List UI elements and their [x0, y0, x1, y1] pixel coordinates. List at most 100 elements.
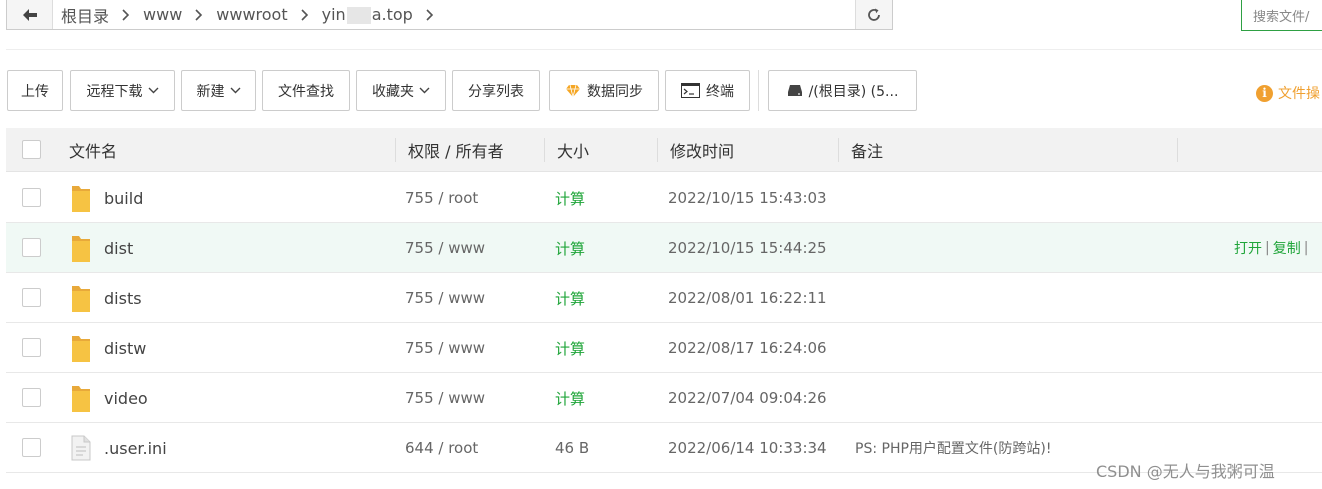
- diamond-icon: [565, 84, 581, 98]
- file-permission[interactable]: 755 / www: [405, 223, 485, 273]
- file-mtime: 2022/10/15 15:43:03: [668, 189, 827, 207]
- remote-download-button[interactable]: 远程下载: [70, 70, 175, 111]
- disk-label: /(根目录) (5...: [808, 83, 899, 100]
- refresh-icon: [868, 8, 880, 21]
- upload-button[interactable]: 上传: [7, 70, 63, 111]
- info-icon: i: [1256, 84, 1273, 102]
- table-header: 文件名 权限 / 所有者 大小 修改时间 备注: [6, 128, 1322, 172]
- breadcrumb: 根目录 www wwwroot yin a.top: [53, 0, 855, 29]
- favorites-label: 收藏夹: [372, 83, 414, 100]
- row-checkbox[interactable]: [22, 338, 41, 357]
- breadcrumb-wwwroot[interactable]: wwwroot: [216, 5, 287, 24]
- col-size[interactable]: 大小: [557, 128, 589, 172]
- file-name[interactable]: .user.ini: [104, 423, 167, 473]
- table-row[interactable]: video 755 / www 计算 2022/07/04 09:04:26: [6, 373, 1322, 423]
- file-mtime: 2022/10/15 15:44:25: [668, 239, 827, 257]
- file-name[interactable]: dist: [104, 223, 133, 273]
- file-search-button[interactable]: 文件查找: [262, 70, 350, 111]
- file-mtime: 2022/06/14 10:33:34: [668, 439, 827, 457]
- breadcrumb-root[interactable]: 根目录: [61, 3, 109, 27]
- breadcrumb-site-suffix: a.top: [371, 5, 413, 24]
- action-separator: |: [1265, 240, 1270, 256]
- folder-icon: [70, 273, 92, 323]
- file-ops-help-label: 文件操: [1278, 86, 1320, 102]
- column-divider: [657, 138, 658, 162]
- remote-download-label: 远程下载: [86, 83, 143, 100]
- chevron-right-icon: [426, 8, 434, 21]
- size-calc-link[interactable]: 计算: [555, 223, 585, 273]
- chevron-down-icon: [148, 87, 159, 94]
- table-row[interactable]: dist 755 / www 计算 2022/10/15 15:44:25 打开…: [6, 223, 1322, 273]
- chevron-right-icon: [122, 8, 130, 21]
- chevron-down-icon: [419, 87, 430, 94]
- row-checkbox[interactable]: [22, 438, 41, 457]
- file-ops-help-link[interactable]: i 文件操: [1256, 83, 1320, 103]
- search-input[interactable]: 搜索文件/: [1241, 0, 1322, 31]
- folder-icon: [70, 173, 92, 223]
- file-note[interactable]: PS: PHP用户配置文件(防跨站)!: [855, 423, 1051, 473]
- watermark: CSDN @无人与我粥可温: [1096, 462, 1275, 481]
- terminal-button[interactable]: 终端: [665, 70, 750, 111]
- col-filename[interactable]: 文件名: [69, 128, 117, 172]
- favorites-button[interactable]: 收藏夹: [356, 70, 446, 111]
- folder-icon: [70, 373, 92, 423]
- file-name[interactable]: video: [104, 373, 148, 423]
- col-note[interactable]: 备注: [851, 128, 883, 172]
- action-separator: |: [1303, 240, 1309, 256]
- table-row[interactable]: dists 755 / www 计算 2022/08/01 16:22:11: [6, 273, 1322, 323]
- chevron-right-icon: [195, 8, 203, 21]
- folder-icon: [70, 223, 92, 273]
- chevron-down-icon: [230, 87, 241, 94]
- folder-icon: [70, 323, 92, 373]
- data-sync-button[interactable]: 数据同步: [549, 70, 659, 111]
- column-divider: [395, 138, 396, 162]
- chevron-right-icon: [301, 8, 309, 21]
- file-permission[interactable]: 644 / root: [405, 423, 478, 473]
- col-permission[interactable]: 权限 / 所有者: [408, 128, 504, 172]
- size-calc-link[interactable]: 计算: [555, 373, 585, 423]
- hard-drive-icon: [787, 84, 803, 97]
- redaction-mask: [346, 7, 371, 24]
- breadcrumb-www[interactable]: www: [143, 5, 182, 24]
- row-checkbox[interactable]: [22, 288, 41, 307]
- row-checkbox[interactable]: [22, 238, 41, 257]
- size-calc-link[interactable]: 计算: [555, 173, 585, 223]
- arrow-left-icon: [22, 8, 37, 21]
- file-permission[interactable]: 755 / root: [405, 173, 478, 223]
- toolbar-separator: [758, 70, 759, 111]
- size-calc-link[interactable]: 计算: [555, 323, 585, 373]
- breadcrumb-site-prefix: yin: [321, 5, 346, 24]
- col-mtime[interactable]: 修改时间: [670, 128, 734, 172]
- file-name[interactable]: dists: [104, 273, 142, 323]
- column-divider: [1177, 138, 1178, 162]
- new-button[interactable]: 新建: [181, 70, 256, 111]
- data-sync-label: 数据同步: [587, 83, 643, 100]
- select-all-checkbox[interactable]: [22, 140, 41, 159]
- back-button[interactable]: [7, 0, 53, 29]
- open-link[interactable]: 打开: [1234, 238, 1262, 258]
- file-permission[interactable]: 755 / www: [405, 273, 485, 323]
- breadcrumb-site[interactable]: yin a.top: [322, 5, 413, 24]
- file-name[interactable]: distw: [104, 323, 146, 373]
- table-row[interactable]: distw 755 / www 计算 2022/08/17 16:24:06: [6, 323, 1322, 373]
- file-icon: [71, 423, 91, 473]
- file-name[interactable]: build: [104, 173, 143, 223]
- file-permission[interactable]: 755 / www: [405, 323, 485, 373]
- file-mtime: 2022/08/01 16:22:11: [668, 289, 827, 307]
- file-permission[interactable]: 755 / www: [405, 373, 485, 423]
- file-size: 46 B: [555, 439, 590, 457]
- divider: [6, 49, 1322, 50]
- row-checkbox[interactable]: [22, 388, 41, 407]
- row-checkbox[interactable]: [22, 188, 41, 207]
- terminal-icon: [681, 83, 700, 98]
- file-mtime: 2022/07/04 09:04:26: [668, 389, 827, 407]
- share-list-button[interactable]: 分享列表: [452, 70, 540, 111]
- column-divider: [544, 138, 545, 162]
- refresh-button[interactable]: [855, 0, 892, 29]
- disk-button[interactable]: /(根目录) (5...: [768, 70, 917, 111]
- table-row[interactable]: build 755 / root 计算 2022/10/15 15:43:03: [6, 173, 1322, 223]
- row-actions: 打开 | 复制 |: [1234, 223, 1311, 273]
- new-label: 新建: [196, 83, 225, 100]
- copy-link[interactable]: 复制: [1273, 238, 1301, 258]
- size-calc-link[interactable]: 计算: [555, 273, 585, 323]
